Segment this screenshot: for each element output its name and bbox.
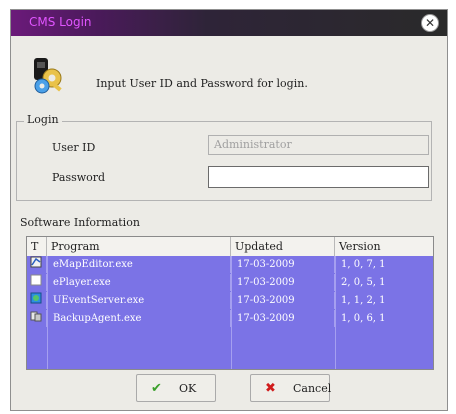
cancel-x-icon: ✖ (265, 381, 276, 396)
program-name: UEventServer.exe (47, 292, 231, 309)
login-instruction: Input User ID and Password for login. (96, 77, 308, 90)
program-name: ePlayer.exe (47, 274, 231, 291)
software-table: T Program Updated Version eMapEditor.exe… (26, 236, 434, 370)
cancel-label: Cancel (293, 382, 332, 395)
table-header: T Program Updated Version (27, 237, 433, 257)
title-bar[interactable]: CMS Login ✕ (11, 10, 447, 36)
column-header-type[interactable]: T (27, 237, 47, 256)
updated-date: 17-03-2009 (231, 292, 335, 309)
updated-date: 17-03-2009 (231, 256, 335, 273)
checkmark-icon: ✔ (151, 381, 162, 396)
version: 1, 0, 6, 1 (341, 313, 386, 324)
close-button[interactable]: ✕ (421, 14, 439, 32)
column-header-version[interactable]: Version (335, 237, 433, 256)
backup-icon (30, 311, 42, 322)
version: 1, 1, 2, 1 (341, 295, 386, 306)
table-row-empty (27, 346, 433, 364)
software-info-title: Software Information (20, 216, 140, 229)
user-id-field[interactable]: Administrator (208, 135, 429, 155)
table-body: eMapEditor.exe 17-03-2009 1, 0, 7, 1 ePl… (27, 256, 433, 369)
version: 1, 0, 7, 1 (341, 259, 386, 270)
version: 2, 0, 5, 1 (341, 277, 386, 288)
updated-date: 17-03-2009 (231, 274, 335, 291)
updated-date: 17-03-2009 (231, 310, 335, 327)
table-row[interactable]: UEventServer.exe 17-03-2009 1, 1, 2, 1 (27, 292, 433, 311)
table-row-empty (27, 328, 433, 347)
login-group (16, 121, 432, 201)
user-id-label: User ID (52, 141, 96, 154)
column-header-updated[interactable]: Updated (231, 237, 335, 256)
login-group-title: Login (24, 113, 62, 126)
table-row[interactable]: BackupAgent.exe 17-03-2009 1, 0, 6, 1 (27, 310, 433, 329)
server-icon (30, 292, 42, 304)
ok-button[interactable]: ✔ OK (136, 374, 216, 402)
window-title: CMS Login (29, 15, 92, 29)
cancel-button[interactable]: ✖ Cancel (250, 374, 332, 402)
password-label: Password (52, 171, 106, 184)
player-icon (30, 274, 42, 286)
program-name: eMapEditor.exe (47, 256, 231, 273)
password-field[interactable] (208, 166, 429, 188)
table-row[interactable]: ePlayer.exe 17-03-2009 2, 0, 5, 1 (27, 274, 433, 293)
close-icon: ✕ (424, 16, 436, 30)
column-header-program[interactable]: Program (47, 237, 231, 256)
table-row[interactable]: eMapEditor.exe 17-03-2009 1, 0, 7, 1 (27, 256, 433, 275)
keys-icon (34, 58, 62, 94)
map-icon (30, 256, 42, 268)
program-name: BackupAgent.exe (47, 310, 231, 327)
ok-label: OK (179, 382, 197, 395)
